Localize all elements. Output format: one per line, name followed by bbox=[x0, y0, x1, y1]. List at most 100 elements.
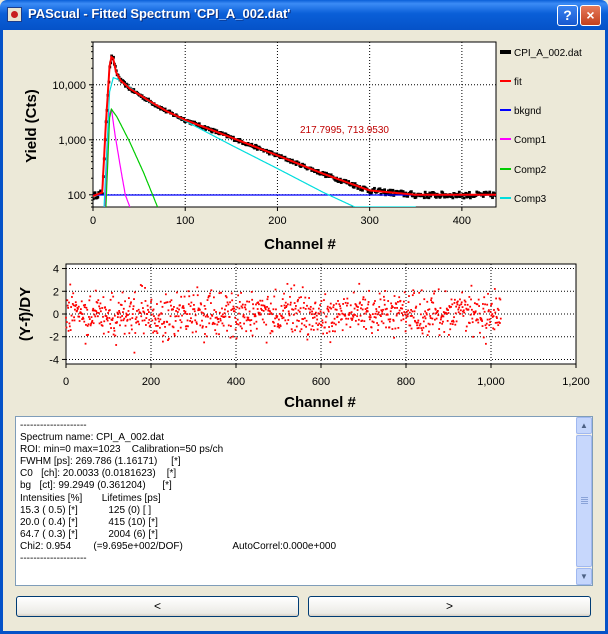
residual-point bbox=[199, 324, 202, 327]
residuals-x-tick-label: 600 bbox=[312, 376, 330, 388]
residual-point bbox=[269, 310, 271, 313]
residual-point bbox=[352, 291, 355, 294]
residuals-y-tick-label: 4 bbox=[53, 264, 59, 276]
residual-point bbox=[79, 308, 82, 311]
residual-point bbox=[259, 313, 262, 316]
residual-point bbox=[251, 334, 254, 337]
residual-point bbox=[385, 326, 387, 329]
residual-point bbox=[172, 308, 174, 311]
residual-point bbox=[176, 307, 179, 310]
residual-point bbox=[418, 324, 421, 327]
residual-point bbox=[360, 307, 362, 310]
residual-point bbox=[97, 299, 100, 302]
residual-point bbox=[368, 289, 370, 292]
residual-point bbox=[93, 313, 96, 316]
residual-point bbox=[406, 313, 409, 316]
residual-point bbox=[219, 317, 222, 320]
residual-point bbox=[162, 340, 164, 343]
residual-point bbox=[336, 315, 339, 318]
residual-point bbox=[74, 301, 77, 304]
residual-point bbox=[374, 312, 377, 315]
scroll-up-arrow-icon[interactable]: ▲ bbox=[576, 417, 592, 434]
residual-point bbox=[299, 307, 302, 310]
residual-point bbox=[342, 303, 344, 305]
residual-point bbox=[344, 314, 347, 317]
residual-point bbox=[259, 299, 262, 302]
residual-point bbox=[72, 292, 75, 295]
residual-point bbox=[106, 319, 109, 322]
residual-point bbox=[226, 301, 229, 304]
residual-point bbox=[454, 312, 457, 315]
residual-point bbox=[357, 318, 360, 321]
residual-point bbox=[461, 306, 464, 308]
residual-point bbox=[465, 325, 468, 328]
residual-point bbox=[288, 314, 291, 317]
residual-point bbox=[266, 305, 268, 308]
next-button[interactable]: > bbox=[308, 596, 591, 617]
residual-point bbox=[87, 323, 90, 326]
residual-point bbox=[486, 303, 489, 306]
residual-point bbox=[296, 319, 299, 322]
residual-point bbox=[431, 323, 434, 326]
residuals-x-tick-label: 1,000 bbox=[477, 376, 505, 388]
residual-point bbox=[338, 303, 341, 306]
residual-point bbox=[100, 321, 103, 324]
residual-point bbox=[97, 312, 100, 314]
residual-point bbox=[229, 336, 232, 339]
scroll-thumb[interactable] bbox=[576, 435, 592, 567]
residual-point bbox=[179, 319, 182, 321]
residual-point bbox=[203, 341, 206, 344]
residual-point bbox=[294, 307, 297, 310]
residual-point bbox=[493, 288, 496, 290]
fit-report-scrollbar[interactable]: ▲ ▼ bbox=[576, 417, 592, 585]
residual-point bbox=[169, 300, 172, 303]
fit-report-line: -------------------- bbox=[20, 420, 87, 431]
residual-point bbox=[159, 326, 161, 329]
scroll-down-arrow-icon[interactable]: ▼ bbox=[576, 568, 592, 585]
residual-point bbox=[109, 298, 112, 301]
residual-point bbox=[243, 322, 245, 325]
residual-point bbox=[201, 319, 203, 322]
residual-point bbox=[403, 291, 406, 294]
residual-point bbox=[227, 303, 230, 306]
residual-point bbox=[218, 311, 221, 314]
residual-point bbox=[150, 301, 152, 303]
residual-point bbox=[200, 311, 203, 314]
residual-point bbox=[316, 318, 319, 321]
residual-point bbox=[102, 315, 104, 318]
residual-point bbox=[489, 321, 492, 324]
residual-point bbox=[205, 335, 208, 338]
residual-point bbox=[225, 304, 228, 307]
residual-point bbox=[357, 306, 359, 308]
residual-point bbox=[450, 306, 452, 308]
residual-point bbox=[454, 323, 457, 326]
previous-button[interactable]: < bbox=[16, 596, 299, 617]
residual-point bbox=[189, 305, 192, 308]
residual-point bbox=[345, 323, 348, 326]
residual-point bbox=[364, 308, 367, 310]
residual-point bbox=[341, 329, 344, 332]
residual-point bbox=[402, 314, 404, 317]
residual-point bbox=[423, 298, 426, 301]
residual-point bbox=[439, 321, 441, 324]
residual-point bbox=[412, 316, 415, 319]
residual-point bbox=[408, 311, 411, 314]
residual-point bbox=[490, 302, 493, 305]
residual-point bbox=[295, 325, 298, 328]
residual-point bbox=[467, 308, 470, 311]
fit-report-textarea[interactable]: -------------------- Spectrum name: CPI_A… bbox=[15, 416, 593, 586]
residual-point bbox=[364, 298, 367, 301]
residual-point bbox=[107, 312, 109, 314]
residual-point bbox=[133, 351, 136, 354]
residual-point bbox=[387, 300, 390, 302]
residual-point bbox=[487, 292, 489, 295]
residual-point bbox=[458, 306, 461, 309]
residual-point bbox=[277, 325, 280, 327]
residual-point bbox=[292, 308, 295, 311]
residual-point bbox=[196, 322, 198, 325]
residual-point bbox=[411, 315, 413, 317]
residual-point bbox=[486, 318, 489, 321]
residual-point bbox=[251, 298, 254, 301]
residual-point bbox=[231, 308, 234, 310]
residual-point bbox=[84, 342, 87, 345]
